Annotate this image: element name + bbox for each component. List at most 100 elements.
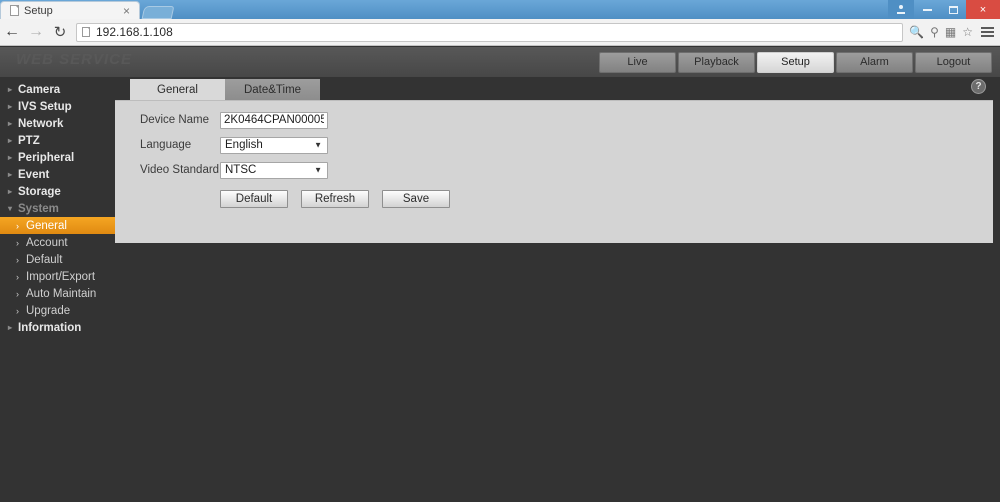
sidebar-item-label: IVS Setup xyxy=(18,100,72,113)
video-standard-label: Video Standard xyxy=(140,164,220,176)
form-row-video-standard: Video Standard NTSC ▼ xyxy=(140,161,993,179)
browser-tabstrip: Setup × xyxy=(0,0,175,19)
tab-general[interactable]: General xyxy=(130,79,225,100)
language-label: Language xyxy=(140,139,192,151)
save-button[interactable]: Save xyxy=(382,190,450,208)
chevron-right-icon: ▸ xyxy=(8,136,13,145)
content-tabs: General Date&Time ? xyxy=(115,77,993,100)
refresh-button[interactable]: Refresh xyxy=(301,190,369,208)
language-value: English xyxy=(225,139,263,151)
user-profile-icon[interactable] xyxy=(888,0,914,19)
browser-titlebar: Setup × × xyxy=(0,0,1000,19)
chevron-right-icon: ▸ xyxy=(8,102,13,111)
help-icon[interactable]: ? xyxy=(971,79,986,94)
sidebar-item-account[interactable]: › Account xyxy=(0,234,115,251)
sidebar-item-ptz[interactable]: ▸ PTZ xyxy=(0,132,115,149)
device-name-label: Device Name xyxy=(140,114,210,126)
app-header: WEB SERVICE Live Playback Setup Alarm Lo… xyxy=(0,47,1000,77)
forward-icon[interactable]: → xyxy=(24,20,48,44)
minimize-button[interactable] xyxy=(914,0,940,19)
sidebar-item-label: Default xyxy=(26,253,63,266)
address-bar-url: 192.168.1.108 xyxy=(96,25,173,39)
extension-icon[interactable]: ▦ xyxy=(945,26,956,38)
nav-tab-setup[interactable]: Setup xyxy=(757,51,834,73)
sidebar-item-label: System xyxy=(18,202,59,215)
chevron-right-icon: › xyxy=(16,271,19,282)
chevron-down-icon: ▼ xyxy=(314,140,322,150)
form-buttons: Default Refresh Save xyxy=(220,190,993,208)
sidebar-item-upgrade[interactable]: › Upgrade xyxy=(0,302,115,319)
chevron-right-icon: › xyxy=(16,288,19,299)
chevron-right-icon: ▸ xyxy=(8,323,13,332)
page-info-icon xyxy=(82,27,90,37)
main-nav: Live Playback Setup Alarm Logout xyxy=(599,51,1000,73)
window-close-button[interactable]: × xyxy=(966,0,1000,19)
chevron-right-icon: ▸ xyxy=(8,187,13,196)
sidebar-item-default[interactable]: › Default xyxy=(0,251,115,268)
sidebar-item-label: Peripheral xyxy=(18,151,75,164)
browser-toolbar: ← → ↻ 192.168.1.108 🔍 ⚲ ▦ ☆ xyxy=(0,19,1000,46)
sidebar-item-auto-maintain[interactable]: › Auto Maintain xyxy=(0,285,115,302)
device-web-ui: WEB SERVICE Live Playback Setup Alarm Lo… xyxy=(0,47,1000,502)
form-row-language: Language English ▼ xyxy=(140,136,993,154)
address-bar[interactable]: 192.168.1.108 xyxy=(76,22,904,42)
sidebar-item-label: Network xyxy=(18,117,64,130)
sidebar-item-information[interactable]: ▸ Information xyxy=(0,319,115,336)
content-area: General Date&Time ? Device Name Language… xyxy=(115,77,993,502)
chevron-right-icon: › xyxy=(16,305,19,316)
reload-icon[interactable]: ↻ xyxy=(48,20,72,44)
sidebar-item-storage[interactable]: ▸ Storage xyxy=(0,183,115,200)
sidebar-item-label: Account xyxy=(26,236,68,249)
chevron-down-icon: ▾ xyxy=(8,204,13,213)
maximize-button[interactable] xyxy=(940,0,966,19)
chevron-right-icon: ▸ xyxy=(8,119,13,128)
browser-tab-setup[interactable]: Setup × xyxy=(0,1,140,19)
chrome-menu-icon[interactable] xyxy=(981,27,994,37)
chevron-right-icon: › xyxy=(16,237,19,248)
page-icon xyxy=(10,5,19,16)
tab-date-time[interactable]: Date&Time xyxy=(225,79,320,100)
app-body: ▸ Camera ▸ IVS Setup ▸ Network ▸ PTZ ▸ P… xyxy=(0,77,1000,502)
sidebar-item-import-export[interactable]: › Import/Export xyxy=(0,268,115,285)
browser-tab-title: Setup xyxy=(24,4,53,17)
nav-tab-playback[interactable]: Playback xyxy=(678,51,755,73)
chevron-right-icon: › xyxy=(16,220,19,231)
nav-tab-alarm[interactable]: Alarm xyxy=(836,51,913,73)
sidebar-item-label: General xyxy=(26,219,67,232)
window-controls: × xyxy=(888,0,1000,19)
sidebar-item-system[interactable]: ▾ System xyxy=(0,200,115,217)
sidebar-item-label: Event xyxy=(18,168,50,181)
video-standard-select[interactable]: NTSC ▼ xyxy=(220,161,328,179)
device-name-input[interactable] xyxy=(220,111,328,129)
sidebar-item-ivs-setup[interactable]: ▸ IVS Setup xyxy=(0,98,115,115)
sidebar-item-camera[interactable]: ▸ Camera xyxy=(0,81,115,98)
video-standard-value: NTSC xyxy=(225,164,257,176)
language-select[interactable]: English ▼ xyxy=(220,136,328,154)
sidebar-item-label: Import/Export xyxy=(26,270,96,283)
default-button[interactable]: Default xyxy=(220,190,288,208)
sidebar-item-label: PTZ xyxy=(18,134,40,147)
back-icon[interactable]: ← xyxy=(0,20,24,44)
nav-tab-live[interactable]: Live xyxy=(599,51,676,73)
toolbar-icons: 🔍 ⚲ ▦ ☆ xyxy=(909,26,1000,38)
close-icon[interactable]: × xyxy=(120,5,133,17)
bookmark-star-icon[interactable]: ☆ xyxy=(962,26,973,38)
sidebar-item-event[interactable]: ▸ Event xyxy=(0,166,115,183)
sidebar-item-label: Storage xyxy=(18,185,61,198)
zoom-out-icon[interactable]: 🔍 xyxy=(909,26,924,38)
general-form: Device Name Language English ▼ Video Sta… xyxy=(115,101,993,208)
sidebar: ▸ Camera ▸ IVS Setup ▸ Network ▸ PTZ ▸ P… xyxy=(0,77,115,502)
general-settings-panel: Device Name Language English ▼ Video Sta… xyxy=(115,100,993,243)
sidebar-item-peripheral[interactable]: ▸ Peripheral xyxy=(0,149,115,166)
nav-tab-logout[interactable]: Logout xyxy=(915,51,992,73)
chevron-right-icon: ▸ xyxy=(8,170,13,179)
sidebar-item-label: Information xyxy=(18,321,82,334)
sidebar-item-network[interactable]: ▸ Network xyxy=(0,115,115,132)
key-icon[interactable]: ⚲ xyxy=(930,26,939,38)
brand-logo: WEB SERVICE xyxy=(16,51,133,68)
chevron-right-icon: › xyxy=(16,254,19,265)
sidebar-item-label: Auto Maintain xyxy=(26,287,97,300)
new-tab-button[interactable] xyxy=(141,6,175,19)
sidebar-item-general[interactable]: › General xyxy=(0,217,115,234)
sidebar-item-label: Upgrade xyxy=(26,304,71,317)
